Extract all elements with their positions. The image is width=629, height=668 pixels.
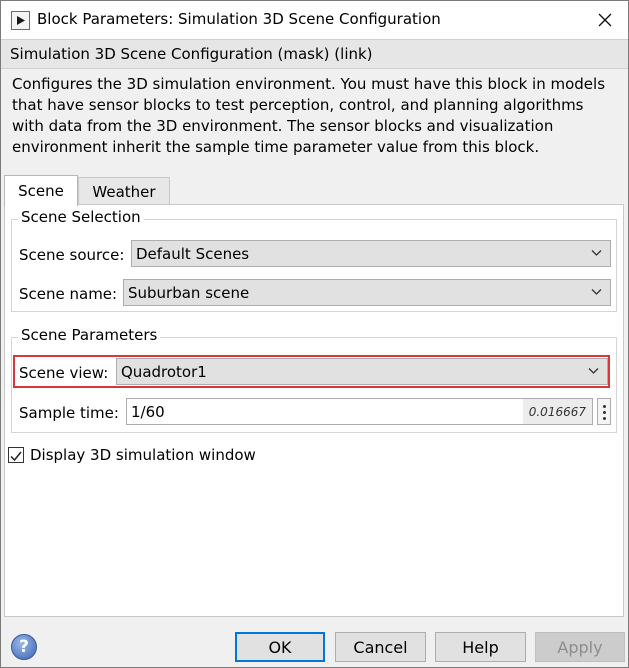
scene-parameters-group: Scene Parameters Scene view: Quadrotor1 …	[11, 326, 617, 433]
scene-tab-panel: Scene Selection Scene source: Default Sc…	[4, 204, 624, 617]
scene-view-dropdown[interactable]: Quadrotor1	[116, 358, 608, 385]
scene-source-label: Scene source:	[19, 246, 125, 264]
simulink-block-icon	[11, 11, 30, 30]
scene-view-label: Scene view:	[19, 364, 109, 382]
sample-time-input[interactable]: 1/60 0.016667	[126, 398, 593, 425]
ok-button[interactable]: OK	[235, 632, 325, 662]
tab-scene[interactable]: Scene	[4, 175, 78, 206]
scene-name-dropdown[interactable]: Suburban scene	[123, 279, 611, 306]
help-circle-icon[interactable]: ?	[11, 634, 37, 660]
checkmark-icon	[10, 451, 22, 462]
cancel-button[interactable]: Cancel	[335, 632, 426, 662]
block-parameters-dialog: Block Parameters: Simulation 3D Scene Co…	[0, 0, 629, 668]
tab-weather[interactable]: Weather	[78, 177, 170, 205]
scene-view-value: Quadrotor1	[121, 362, 207, 381]
mask-heading-bar: Simulation 3D Scene Configuration (mask)…	[1, 39, 628, 69]
close-icon	[598, 13, 612, 27]
sample-time-evaluated: 0.016667	[522, 399, 592, 424]
chevron-down-icon	[591, 250, 602, 256]
display-window-label: Display 3D simulation window	[30, 446, 256, 464]
sample-time-value: 1/60	[131, 402, 165, 421]
block-description: Configures the 3D simulation environment…	[12, 75, 606, 156]
display-window-checkbox[interactable]	[8, 447, 24, 463]
mask-heading[interactable]: Simulation 3D Scene Configuration (mask)…	[10, 45, 373, 63]
dialog-button-bar: ? OK Cancel Help Apply	[1, 621, 628, 667]
more-vertical-icon	[603, 411, 606, 414]
apply-button[interactable]: Apply	[535, 632, 625, 662]
scene-source-dropdown[interactable]: Default Scenes	[131, 240, 611, 267]
more-vertical-icon	[603, 417, 606, 420]
tab-bar: Scene Weather	[4, 175, 624, 206]
close-button[interactable]	[582, 1, 628, 39]
scene-selection-title: Scene Selection	[18, 208, 144, 226]
scene-name-value: Suburban scene	[128, 283, 250, 302]
chevron-down-icon	[588, 368, 599, 374]
scene-name-label: Scene name:	[19, 285, 118, 303]
help-button[interactable]: Help	[435, 632, 526, 662]
scene-source-value: Default Scenes	[136, 244, 250, 263]
chevron-down-icon	[591, 289, 602, 295]
title-bar[interactable]: Block Parameters: Simulation 3D Scene Co…	[1, 1, 628, 39]
more-vertical-icon	[603, 405, 606, 408]
window-title: Block Parameters: Simulation 3D Scene Co…	[37, 10, 441, 28]
sample-time-label: Sample time:	[19, 404, 119, 422]
display-window-option[interactable]: Display 3D simulation window	[8, 446, 408, 466]
sample-time-more-button[interactable]	[597, 398, 611, 425]
scene-selection-group: Scene Selection Scene source: Default Sc…	[11, 208, 617, 312]
scene-parameters-title: Scene Parameters	[18, 326, 161, 344]
